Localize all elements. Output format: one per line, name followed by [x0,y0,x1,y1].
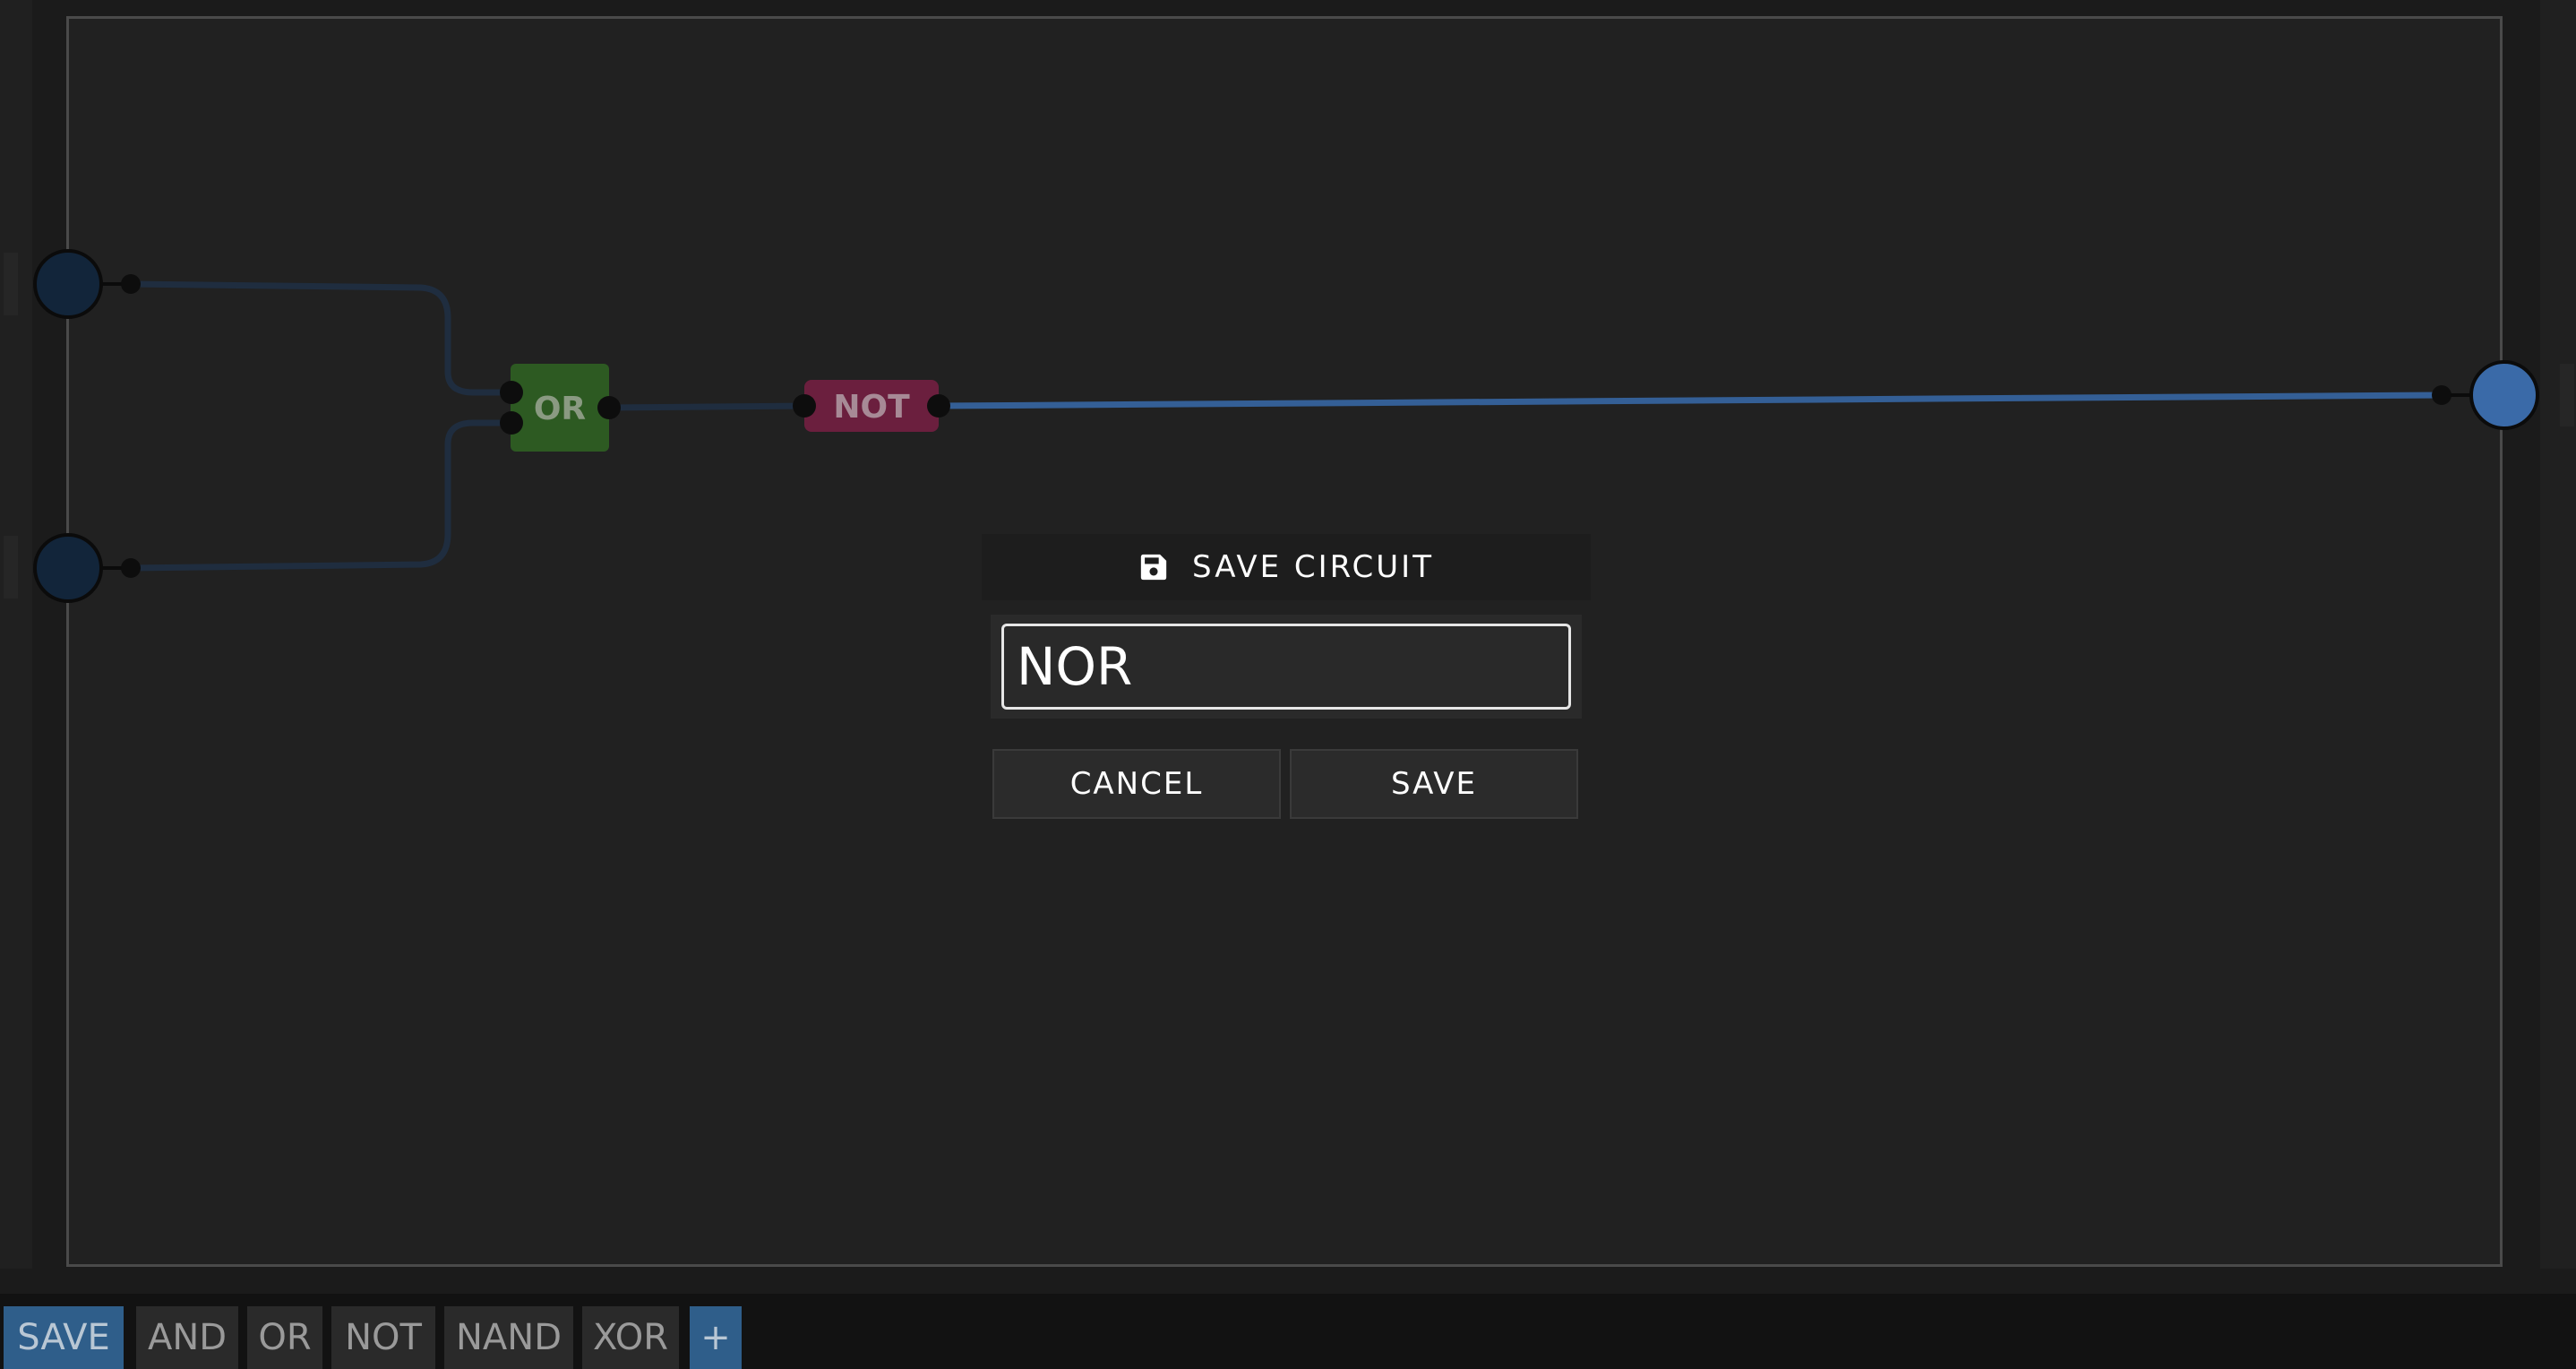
toolbar-and-button[interactable]: AND [136,1306,238,1369]
save-dialog-header: SAVE CIRCUIT [982,534,1591,600]
pin[interactable] [597,396,621,419]
output-node[interactable] [2469,360,2539,430]
wire [130,280,511,396]
input-node[interactable] [33,533,103,603]
pin[interactable] [500,411,523,435]
toolbar-or-button[interactable]: OR [247,1306,322,1369]
toolbar-xor-button[interactable]: XOR [582,1306,679,1369]
pin[interactable] [500,381,523,404]
toolbar-save-button[interactable]: SAVE [4,1306,124,1369]
dialog-title: SAVE CIRCUIT [1192,549,1434,585]
toolbar-not-button[interactable]: NOT [331,1306,435,1369]
wire [130,419,511,572]
circuit-name-input[interactable] [1001,624,1571,710]
cancel-button[interactable]: CANCEL [992,749,1281,819]
toolbar-nand-button[interactable]: NAND [444,1306,573,1369]
save-button[interactable]: SAVE [1290,749,1578,819]
toolbar-add-button[interactable]: + [690,1306,742,1369]
pin[interactable] [927,394,950,418]
input-node[interactable] [33,249,103,319]
pin[interactable] [2432,385,2451,405]
wire [608,402,805,411]
or-gate-label: OR [534,391,586,427]
pin[interactable] [793,394,816,418]
save-icon [1140,554,1167,581]
bottom-toolbar: SAVE AND OR NOT NAND XOR + [0,1294,2576,1369]
wire [938,392,2443,409]
pin[interactable] [121,274,141,294]
name-field-wrapper [991,615,1582,719]
not-gate-label: NOT [833,389,910,426]
pin[interactable] [121,558,141,578]
